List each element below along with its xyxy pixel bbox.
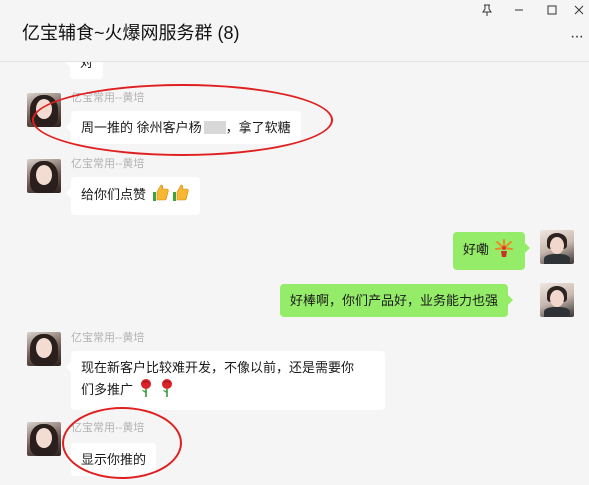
message-text: 给你们点赞: [81, 187, 147, 202]
message-text: 好棒啊，你们产品好，业务能力也强: [290, 293, 499, 308]
avatar[interactable]: [540, 230, 574, 264]
sender-name: 亿宝常用--黄培: [71, 332, 145, 344]
rose-icon: [137, 378, 155, 404]
avatar[interactable]: [540, 283, 574, 317]
sender-name: 亿宝常用--黄培: [71, 158, 145, 170]
message-bubble[interactable]: 显示你推的: [65, 443, 157, 476]
sender-name: 亿宝常用--黄培: [71, 92, 145, 104]
message-text: 现在新客户比较难开发，不像以前，还是需要你: [81, 360, 355, 375]
message-text: 好嘞: [463, 242, 490, 257]
avatar[interactable]: [27, 332, 61, 366]
chat-title: 亿宝辅食~火爆网服务群 (8): [22, 23, 240, 43]
message-bubble[interactable]: 对: [64, 62, 104, 79]
minimize-icon[interactable]: [508, 2, 530, 22]
thumbs-up-icon: [150, 183, 170, 209]
message-text: 周一推的 徐州客户杨: [81, 120, 202, 135]
message-bubble[interactable]: 好棒啊，你们产品好，业务能力也强: [280, 284, 514, 317]
avatar[interactable]: [27, 422, 61, 456]
message-text: ，拿了软糖: [225, 120, 291, 135]
title-bar: 亿宝辅食~火爆网服务群 (8) ···: [0, 0, 589, 62]
maximize-icon[interactable]: [541, 2, 563, 22]
message-bubble[interactable]: 好嘞: [453, 232, 530, 270]
message-text: 显示你推的: [81, 452, 147, 467]
masked-text: [203, 121, 226, 134]
message-bubble[interactable]: 现在新客户比较难开发，不像以前，还是需要你 们多推广: [66, 351, 385, 410]
chat-area[interactable]: 对 亿宝常用--黄培 周一推的 徐州客户杨 ，拿了软糖 亿宝常用--黄培 给你们点…: [0, 62, 589, 485]
message-bubble[interactable]: 给你们点赞: [66, 177, 200, 215]
avatar[interactable]: [27, 159, 61, 193]
pin-icon[interactable]: [476, 2, 498, 22]
thumbs-up-icon: [170, 183, 190, 209]
sender-name: 亿宝常用--黄培: [71, 422, 145, 434]
rose-icon: [158, 378, 176, 404]
message-bubble[interactable]: 周一推的 徐州客户杨 ，拿了软糖: [66, 111, 301, 144]
more-icon[interactable]: ···: [570, 28, 584, 46]
message-text: 对: [80, 62, 94, 70]
avatar[interactable]: [27, 93, 61, 127]
fireworks-icon: [493, 238, 515, 264]
message-text: 们多推广: [81, 382, 134, 397]
close-icon[interactable]: [568, 2, 589, 22]
